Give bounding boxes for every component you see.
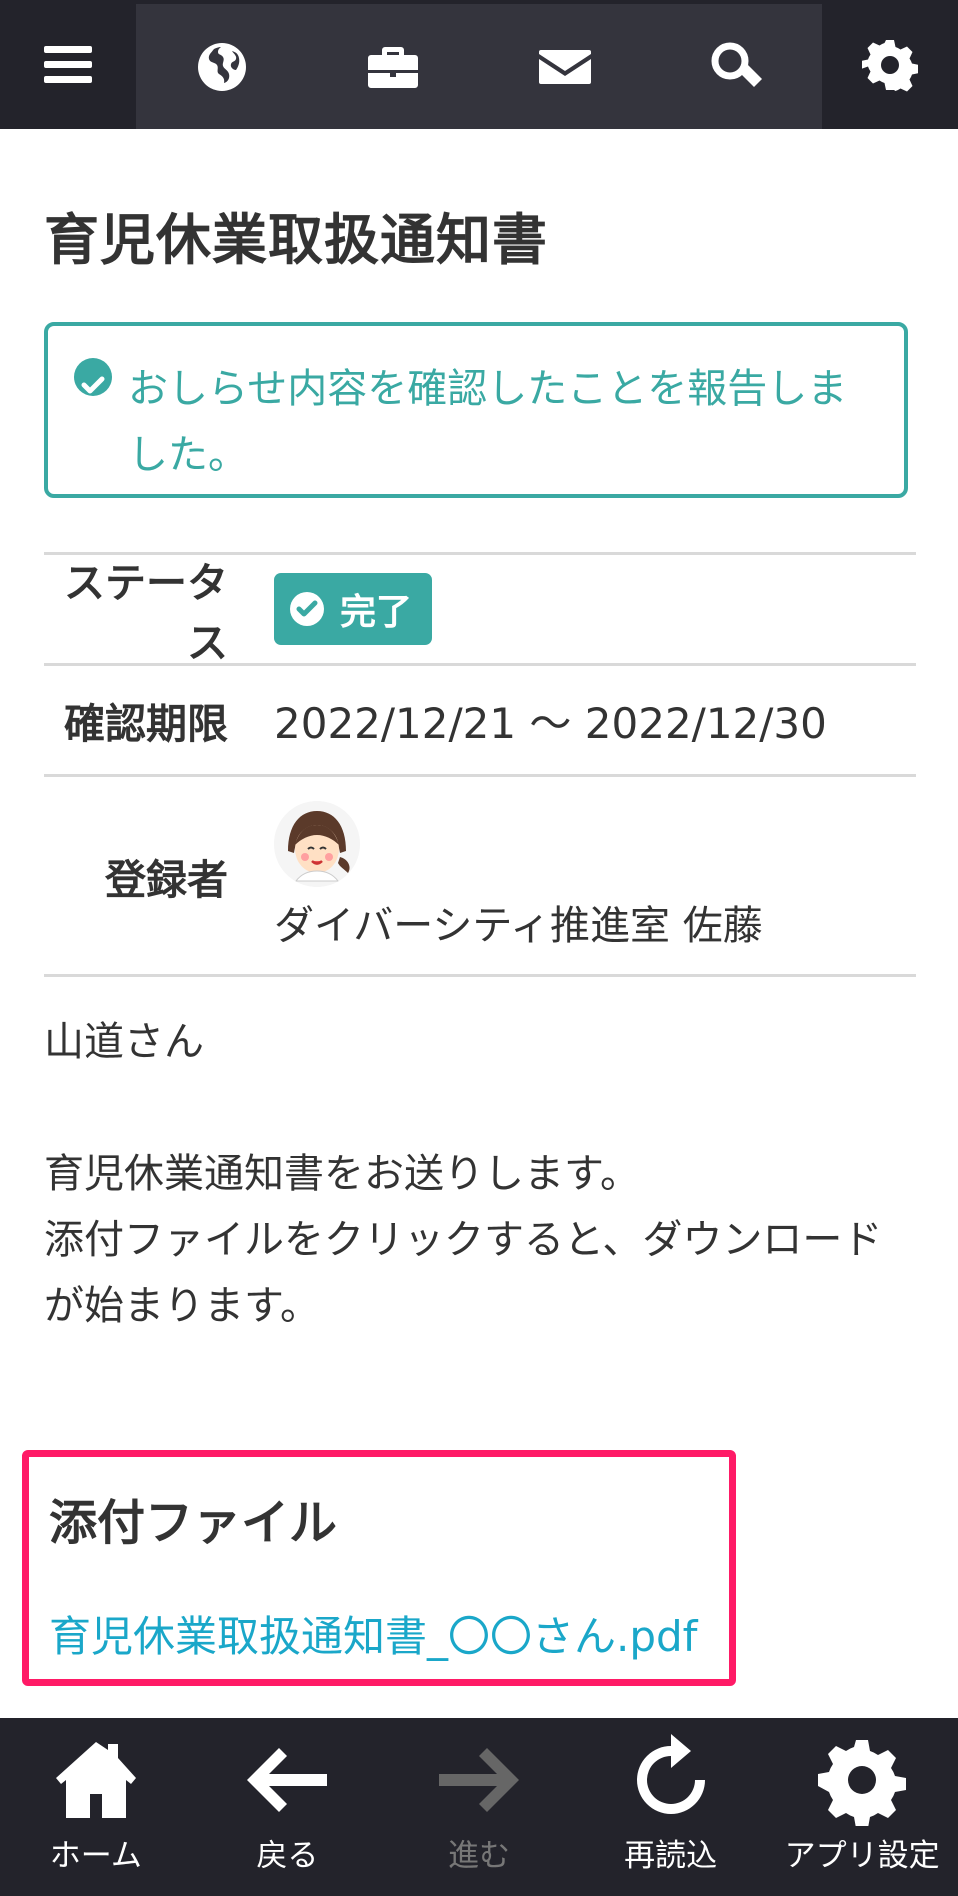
author-label: 登録者 [105, 855, 228, 904]
body-paragraph: 添付ファイルをクリックすると、ダウンロードが始まります。 [44, 1217, 883, 1329]
check-circle-icon [74, 358, 112, 396]
body-paragraph: 育児休業通知書をお送りします。 [44, 1151, 640, 1197]
forward-button[interactable]: 進む [394, 1718, 564, 1875]
attachments-section: 添付ファイル 育児休業取扱通知書_〇〇さん.pdf [22, 1450, 736, 1686]
gear-icon [818, 1740, 907, 1826]
notice-info-table: ステータス 完了 確認期限 2022/12/21 〜 2022/12/30 登録… [44, 552, 916, 977]
bottom-navigation-bar: ホーム 戻る 進む 再読込 アプリ設定 [0, 1718, 958, 1896]
status-label: ステータス [64, 559, 228, 667]
author-name: ダイバーシティ推進室 佐藤 [274, 902, 763, 949]
home-icon [55, 1742, 136, 1818]
reload-label: 再読込 [624, 1838, 718, 1874]
briefcase-icon[interactable] [363, 37, 423, 97]
back-label: 戻る [256, 1838, 319, 1874]
check-circle-icon [290, 592, 324, 626]
top-nav-icon-group [136, 4, 822, 129]
confirmation-alert: おしらせ内容を確認したことを報告しました。 [44, 322, 908, 498]
forward-label: 進む [447, 1838, 510, 1874]
status-badge-text: 完了 [340, 592, 413, 633]
status-row: ステータス 完了 [44, 552, 916, 667]
menu-button[interactable] [0, 0, 136, 129]
page-title: 育児休業取扱通知書 [44, 208, 549, 272]
home-label: ホーム [49, 1838, 142, 1874]
body-greeting: 山道さん [44, 1019, 204, 1065]
author-row: 登録者 ダイバーシティ推進室 佐藤 [44, 774, 916, 977]
deadline-value: 2022/12/21 〜 2022/12/30 [274, 698, 827, 748]
search-icon[interactable] [706, 37, 766, 97]
settings-button[interactable] [822, 0, 958, 129]
gear-icon [860, 35, 920, 95]
deadline-label: 確認期限 [64, 700, 228, 748]
back-button[interactable]: 戻る [202, 1718, 372, 1875]
mail-icon[interactable] [535, 37, 595, 97]
arrow-right-icon [438, 1748, 519, 1812]
attachment-file-link[interactable]: 育児休業取扱通知書_〇〇さん.pdf [49, 1603, 697, 1664]
reload-icon [636, 1734, 705, 1814]
globe-icon[interactable] [192, 37, 252, 97]
avatar [274, 800, 360, 887]
home-button[interactable]: ホーム [11, 1718, 181, 1875]
status-badge: 完了 [274, 573, 433, 645]
alert-message: おしらせ内容を確認したことを報告しました。 [128, 366, 848, 478]
menu-icon [38, 35, 98, 95]
notice-body: 山道さん 育児休業通知書をお送りします。 添付ファイルをクリックすると、ダウンロ… [44, 1009, 916, 1339]
reload-button[interactable]: 再読込 [586, 1718, 756, 1875]
attachments-title: 添付ファイル [49, 1495, 338, 1551]
top-navigation-bar [0, 0, 958, 129]
deadline-row: 確認期限 2022/12/21 〜 2022/12/30 [44, 663, 916, 774]
app-settings-button[interactable]: アプリ設定 [777, 1718, 947, 1875]
app-settings-label: アプリ設定 [784, 1838, 940, 1874]
arrow-left-icon [247, 1748, 328, 1812]
